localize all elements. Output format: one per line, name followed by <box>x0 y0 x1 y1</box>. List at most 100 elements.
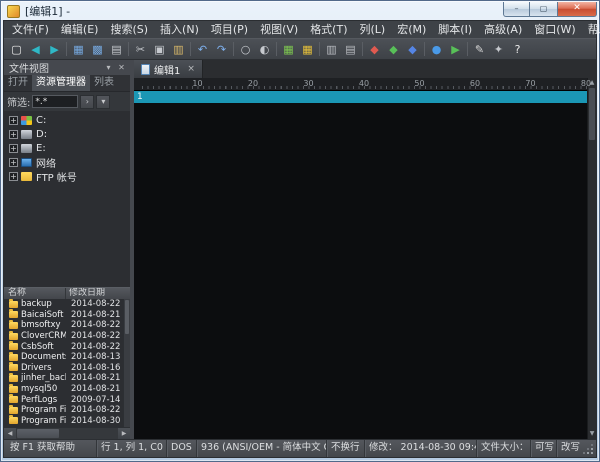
file-name: jinher_backup <box>21 373 66 383</box>
menu-item[interactable]: 脚本(I) <box>432 21 478 38</box>
file-row[interactable]: CsbSoft 2014-08-22 13 <box>4 341 130 352</box>
menu-item[interactable]: 宏(M) <box>391 21 432 38</box>
toolbar-mark-green-button[interactable]: ◆ <box>384 40 403 58</box>
maximize-button[interactable]: ▢ <box>530 2 557 17</box>
toolbar-mark-red-button[interactable]: ◆ <box>365 40 384 58</box>
expand-icon[interactable]: + <box>9 116 18 125</box>
toolbar-copy-button[interactable]: ▣ <box>150 40 169 58</box>
expand-icon[interactable]: + <box>9 158 18 167</box>
menu-item[interactable]: 列(L) <box>354 21 392 38</box>
menu-item[interactable]: 帮助(H) <box>582 21 600 38</box>
toolbar-new-file-button[interactable]: ▢ <box>7 40 26 58</box>
text-editing-surface[interactable]: 1 <box>134 91 587 439</box>
toolbar-cut-button[interactable]: ✂ <box>131 40 150 58</box>
tree-item[interactable]: + E: <box>4 141 130 155</box>
toolbar-find-button[interactable]: ○ <box>236 40 255 58</box>
close-button[interactable]: ✕ <box>557 2 597 17</box>
file-row[interactable]: Documents 2014-08-13 <box>4 352 130 363</box>
tab-close-icon[interactable]: × <box>187 64 195 74</box>
file-row[interactable]: mysql50 2014-08-21 08 <box>4 384 130 395</box>
expand-icon[interactable]: + <box>9 172 18 181</box>
toolbar-icon: ▦ <box>283 44 293 55</box>
toolbar-undo-button[interactable]: ↶ <box>193 40 212 58</box>
resize-grip[interactable] <box>582 440 596 457</box>
filter-dropdown-button[interactable]: ▾ <box>96 95 110 109</box>
file-name: mysql50 <box>21 384 66 394</box>
scroll-thumb[interactable] <box>17 429 59 438</box>
scroll-right-icon[interactable]: ▶ <box>118 428 130 439</box>
file-date: 2014-08-22 08 <box>66 320 130 330</box>
tree-item[interactable]: + C: <box>4 113 130 127</box>
menu-item[interactable]: 搜索(S) <box>104 21 154 38</box>
toolbar-browser-preview-button[interactable]: ● <box>427 40 446 58</box>
expand-icon[interactable]: + <box>9 144 18 153</box>
column-header-date[interactable]: 修改日期 <box>66 288 130 299</box>
menu-item[interactable]: 插入(N) <box>154 21 205 38</box>
menu-item[interactable]: 项目(P) <box>205 21 254 38</box>
editor-scroll-thumb[interactable] <box>589 88 595 140</box>
panel-tab-label: 资源管理器 <box>36 77 86 88</box>
toolbar-print-button[interactable]: ▤ <box>107 40 126 58</box>
file-list-scroll-thumb[interactable] <box>125 300 129 334</box>
column-header-name[interactable]: 名称 <box>4 288 66 299</box>
file-row[interactable]: PerfLogs 2009-07-14 11 <box>4 394 130 405</box>
toolbar-replace-button[interactable]: ◐ <box>255 40 274 58</box>
editor-area: 编辑1 × 1020304050607080 1 <box>134 60 596 439</box>
toolbar-back-button[interactable]: ◀ <box>26 40 45 58</box>
toolbar-file-view-button[interactable]: ▦ <box>279 40 298 58</box>
menu-item[interactable]: 格式(T) <box>304 21 353 38</box>
file-row[interactable]: BaicaiSoft 2014-08-21 16 <box>4 310 130 321</box>
file-row[interactable]: jinher_backup 2014-08-21 18 <box>4 373 130 384</box>
panel-dropdown-icon[interactable]: ▾ <box>102 62 115 74</box>
toolbar-tools-button[interactable]: ✦ <box>489 40 508 58</box>
tree-item-icon <box>21 130 32 139</box>
scroll-track[interactable] <box>16 428 118 439</box>
toolbar-forward-button[interactable]: ▶ <box>45 40 64 58</box>
toolbar-redo-button[interactable]: ↷ <box>212 40 231 58</box>
toolbar-mark-blue-button[interactable]: ◆ <box>403 40 422 58</box>
status-file-size: 文件大小： 0 <box>476 440 530 457</box>
scroll-down-icon[interactable]: ▼ <box>588 429 596 439</box>
toolbar-list-view-button[interactable]: ▦ <box>298 40 317 58</box>
toolbar-run-button[interactable]: ▶ <box>446 40 465 58</box>
filter-input[interactable] <box>32 95 78 108</box>
menu-item[interactable]: 编辑(E) <box>55 21 105 38</box>
toolbar-script-button[interactable]: ✎ <box>470 40 489 58</box>
menu-item[interactable]: 高级(A) <box>478 21 528 38</box>
panel-close-icon[interactable]: ✕ <box>115 62 128 74</box>
tree-item[interactable]: + FTP 帐号 <box>4 169 130 183</box>
toolbar-save-button[interactable]: ▦ <box>69 40 88 58</box>
editor-scroll-track[interactable] <box>588 88 596 429</box>
menubar: 文件(F)编辑(E)搜索(S)插入(N)项目(P)视图(V)格式(T)列(L)宏… <box>4 21 596 38</box>
panel-tab-label: 打开 <box>8 77 28 88</box>
file-row[interactable]: Program File... 2014-08-30 09 <box>4 416 130 427</box>
menu-item[interactable]: 视图(V) <box>254 21 304 38</box>
document-tab[interactable]: 编辑1 × <box>134 60 203 78</box>
menu-item[interactable]: 文件(F) <box>6 21 55 38</box>
panel-tab[interactable]: 列表 <box>90 75 118 91</box>
toolbar-split-horizontal-button[interactable]: ▥ <box>322 40 341 58</box>
expand-icon[interactable]: + <box>9 130 18 139</box>
panel-tab[interactable]: 打开 <box>4 75 32 91</box>
titlebar: [编辑1] - – ▢ ✕ <box>1 1 599 20</box>
filter-apply-button[interactable]: › <box>80 95 94 109</box>
minimize-button[interactable]: – <box>503 2 530 17</box>
file-list-scrollbar[interactable] <box>123 299 130 427</box>
menu-item[interactable]: 窗口(W) <box>528 21 581 38</box>
toolbar-paste-button[interactable]: ▥ <box>169 40 188 58</box>
file-row[interactable]: backup 2014-08-22 10 <box>4 299 130 310</box>
toolbar-help-button[interactable]: ? <box>508 40 527 58</box>
file-row[interactable]: CloverCRM 2014-08-22 0 <box>4 331 130 342</box>
folder-icon <box>9 417 18 424</box>
file-row[interactable]: Drivers 2014-08-16 09 <box>4 363 130 374</box>
toolbar-split-vertical-button[interactable]: ▤ <box>341 40 360 58</box>
status-encoding: 936 (ANSI/OEM - 简体中文 GBK) <box>196 440 326 457</box>
document-tab-label: 编辑1 <box>154 62 180 77</box>
tree-item[interactable]: + D: <box>4 127 130 141</box>
tree-item[interactable]: + 网络 <box>4 155 130 169</box>
toolbar-save-all-button[interactable]: ▩ <box>88 40 107 58</box>
scroll-left-icon[interactable]: ◀ <box>4 428 16 439</box>
file-row[interactable]: bmsoftxy 2014-08-22 08 <box>4 320 130 331</box>
panel-tab[interactable]: 资源管理器 <box>32 75 90 91</box>
file-row[interactable]: Program Files 2014-08-22 08 <box>4 405 130 416</box>
